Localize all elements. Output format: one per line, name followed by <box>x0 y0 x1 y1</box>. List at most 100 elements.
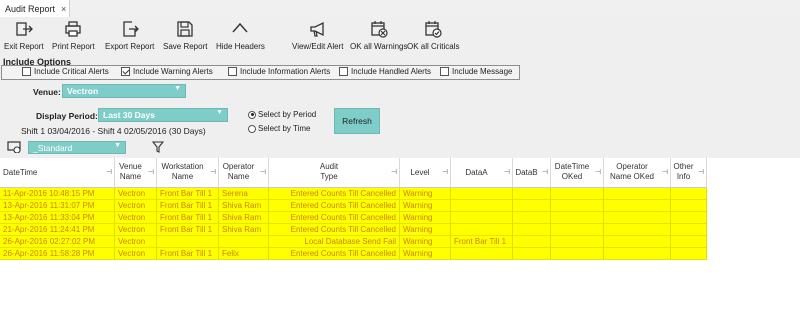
table-cell <box>451 224 513 236</box>
table-cell: Warning <box>400 236 451 248</box>
refresh-button[interactable]: Refresh <box>334 108 380 134</box>
column-header-other-info[interactable]: Other Info ⊣ <box>671 158 707 188</box>
column-header-label: DateTime OKed <box>551 162 593 182</box>
column-header-level[interactable]: Level ⊣ <box>400 158 451 188</box>
column-header-operator-name[interactable]: Operator Name ⊣ <box>219 158 269 188</box>
table-cell <box>551 200 604 212</box>
table-cell: Warning <box>400 188 451 200</box>
column-header-label: Venue Name <box>115 162 146 182</box>
table-cell <box>513 188 551 200</box>
filter-icon[interactable] <box>151 141 165 155</box>
print-report-label: Print Report <box>52 42 95 51</box>
column-header-operator-name-oked[interactable]: Operator Name OKed ⊣ <box>604 158 671 188</box>
table-cell <box>551 212 604 224</box>
pin-icon[interactable]: ⊣ <box>504 168 510 176</box>
exit-report-label: Exit Report <box>4 42 44 51</box>
pin-icon[interactable]: ⊣ <box>442 168 448 176</box>
tab-audit-report[interactable]: Audit Report × <box>0 0 70 17</box>
hide-headers-button[interactable]: Hide Headers <box>216 20 265 51</box>
table-row[interactable]: 21-Apr-2016 11:24:41 PM Vectron Front Bar … <box>0 224 707 236</box>
include-warning-alerts-checkbox[interactable] <box>121 67 130 76</box>
table-cell: Vectron <box>115 200 157 212</box>
save-icon <box>177 21 193 37</box>
select-by-period-radio[interactable]: Select by Period <box>248 110 316 119</box>
layout-icon[interactable] <box>7 141 21 155</box>
table-row[interactable]: 13-Apr-2016 11:33:04 PM Vectron Front Bar … <box>0 212 707 224</box>
table-cell <box>551 236 604 248</box>
column-header-line1: Other <box>673 162 694 171</box>
column-header-venue-name[interactable]: Venue Name ⊣ <box>115 158 157 188</box>
table-cell <box>451 188 513 200</box>
include-message-option[interactable]: Include Message <box>440 67 512 76</box>
view-edit-alert-button[interactable]: View/Edit Alert <box>292 20 343 51</box>
exit-report-button[interactable]: Exit Report <box>4 20 44 51</box>
period-range-text: Shift 1 03/04/2016 - Shift 4 02/05/2016 … <box>21 126 206 136</box>
column-header-datab[interactable]: DataB ⊣ <box>513 158 551 188</box>
table-row[interactable]: 13-Apr-2016 11:31:07 PM Vectron Front Bar … <box>0 200 707 212</box>
ok-all-warnings-button[interactable]: OK all Warnings <box>350 20 408 51</box>
table-row[interactable]: 11-Apr-2016 10:48:15 PM Vectron Front Bar … <box>0 188 707 200</box>
include-warning-alerts-option[interactable]: Include Warning Alerts <box>121 67 213 76</box>
column-header-label: Operator Name OKed <box>604 162 660 182</box>
table-cell: Felix <box>219 248 269 260</box>
column-header-label: DateTime <box>3 168 104 178</box>
pin-icon[interactable]: ⊣ <box>698 168 704 176</box>
table-cell <box>671 188 707 200</box>
column-header-line1: DateTime <box>554 162 590 171</box>
print-report-button[interactable]: Print Report <box>52 20 95 51</box>
tab-bar: Audit Report × <box>0 0 800 17</box>
table-row[interactable]: 26-Apr-2016 11:58:28 PM Vectron Front Bar … <box>0 248 707 260</box>
pin-icon[interactable]: ⊣ <box>391 168 397 176</box>
table-cell: Entered Counts Till Cancelled <box>269 212 400 224</box>
column-header-line2: Type <box>320 172 338 181</box>
pin-icon[interactable]: ⊣ <box>595 168 601 176</box>
chevron-down-icon: ▼ <box>174 85 181 92</box>
table-cell <box>671 248 707 260</box>
table-row[interactable]: 26-Apr-2016 02:27:02 PM Vectron Local Data… <box>0 236 707 248</box>
include-handled-alerts-checkbox[interactable] <box>339 67 348 76</box>
layout-select-dropdown[interactable]: _Standard ▼ <box>28 141 126 154</box>
save-report-button[interactable]: Save Report <box>163 20 207 51</box>
column-header-workstation-name[interactable]: Workstation Name ⊣ <box>157 158 219 188</box>
column-header-audit-type[interactable]: Audit Type ⊣ <box>269 158 400 188</box>
column-header-line2: Name OKed <box>609 172 655 181</box>
column-header-line1: DataB <box>515 168 538 177</box>
column-header-label: DataA <box>451 168 502 178</box>
column-header-line1: DateTime <box>3 168 38 177</box>
display-period-dropdown[interactable]: Last 30 Days ▼ <box>98 108 228 122</box>
venue-dropdown[interactable]: Vectron ▼ <box>62 84 186 98</box>
include-information-alerts-option[interactable]: Include Information Alerts <box>228 67 330 76</box>
column-header-line1: Level <box>410 168 430 177</box>
pin-icon[interactable]: ⊣ <box>210 168 216 176</box>
table-cell <box>604 248 671 260</box>
column-header-dataa[interactable]: DataA ⊣ <box>451 158 513 188</box>
column-header-datetime-oked[interactable]: DateTime OKed ⊣ <box>551 158 604 188</box>
ok-all-criticals-button[interactable]: OK all Criticals <box>407 20 459 51</box>
select-by-time-radio-dot[interactable] <box>248 124 256 133</box>
column-header-datetime[interactable]: DateTime ⊣ <box>0 158 115 188</box>
select-by-period-radio-dot[interactable] <box>248 110 256 119</box>
pin-icon[interactable]: ⊣ <box>106 168 112 176</box>
include-handled-alerts-option[interactable]: Include Handled Alerts <box>339 67 431 76</box>
printer-icon <box>65 21 81 37</box>
select-by-period-label: Select by Period <box>258 110 317 119</box>
close-icon[interactable]: × <box>61 4 66 14</box>
column-header-line2: Name <box>227 172 250 181</box>
venue-label: Venue: <box>33 87 61 97</box>
calendar-x-icon <box>371 21 388 38</box>
column-header-line2: Name <box>119 172 142 181</box>
select-by-time-radio[interactable]: Select by Time <box>248 124 310 133</box>
export-report-button[interactable]: Export Report <box>105 20 154 51</box>
pin-icon[interactable]: ⊣ <box>542 168 548 176</box>
toolbar-area: Exit Report Print Report Export Report S… <box>0 17 800 158</box>
include-message-checkbox[interactable] <box>440 67 449 76</box>
pin-icon[interactable]: ⊣ <box>662 168 668 176</box>
hide-headers-label: Hide Headers <box>216 42 265 51</box>
pin-icon[interactable]: ⊣ <box>260 168 266 176</box>
include-information-alerts-checkbox[interactable] <box>228 67 237 76</box>
export-report-label: Export Report <box>105 42 155 51</box>
include-critical-alerts-option[interactable]: Include Critical Alerts <box>22 67 109 76</box>
pin-icon[interactable]: ⊣ <box>148 168 154 176</box>
table-cell: Vectron <box>115 236 157 248</box>
include-critical-alerts-checkbox[interactable] <box>22 67 31 76</box>
